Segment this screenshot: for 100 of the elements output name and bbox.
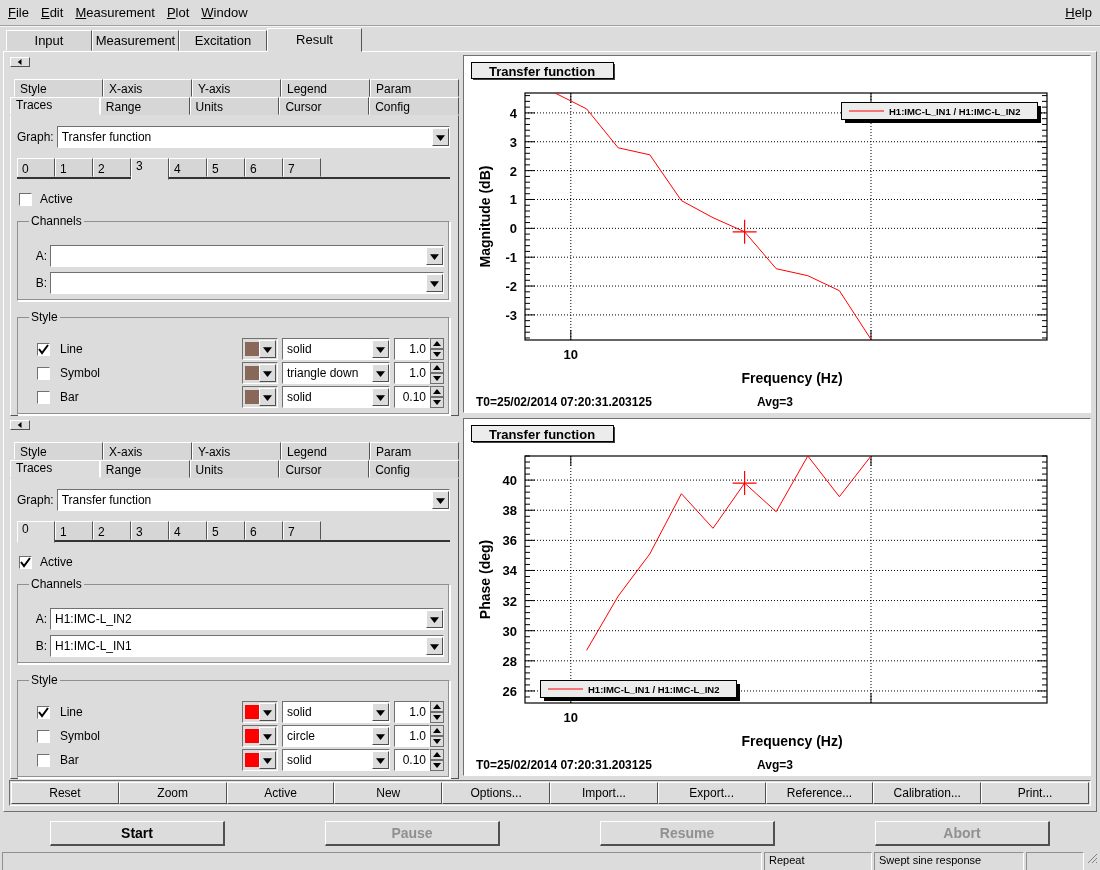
tab[interactable]: Range bbox=[99, 97, 190, 115]
tab[interactable]: 1 bbox=[55, 158, 93, 177]
run-button[interactable]: Start bbox=[50, 821, 225, 846]
tab[interactable]: Cursor bbox=[279, 97, 370, 115]
tab[interactable]: Range bbox=[99, 460, 190, 478]
group-title: Style bbox=[29, 673, 60, 687]
chart-title: Transfer function bbox=[488, 426, 596, 442]
channel-dropdown[interactable]: H1:IMC-L_IN1 bbox=[50, 635, 444, 657]
group-title: Channels bbox=[29, 577, 84, 591]
tab[interactable]: 0 bbox=[17, 521, 55, 543]
tab[interactable]: 4 bbox=[169, 521, 207, 540]
menu-item[interactable]: Window bbox=[195, 5, 254, 20]
action-button[interactable]: Active bbox=[226, 782, 335, 804]
action-button[interactable]: Reference... bbox=[765, 782, 874, 804]
tab[interactable]: Traces bbox=[10, 97, 100, 115]
graph-dropdown[interactable]: Transfer function bbox=[56, 489, 450, 511]
tick-label: 38 bbox=[502, 503, 517, 519]
action-button[interactable]: Import... bbox=[550, 782, 658, 804]
tab[interactable]: Input bbox=[6, 30, 92, 51]
menu-item[interactable]: Measurement bbox=[69, 5, 161, 20]
style-dropdown[interactable]: solid bbox=[282, 338, 390, 360]
tick-label: 1 bbox=[509, 192, 517, 208]
tab[interactable]: 1 bbox=[55, 521, 93, 540]
field-label: Graph: bbox=[17, 130, 54, 144]
field-label: A: bbox=[34, 249, 47, 263]
tab[interactable]: Y-axis bbox=[192, 442, 281, 460]
menu-item[interactable]: Plot bbox=[160, 5, 196, 20]
tab[interactable]: 2 bbox=[93, 158, 131, 177]
average-count: Avg=3 bbox=[757, 758, 793, 772]
status-cell: Repeat bbox=[764, 852, 872, 870]
tab[interactable]: Result bbox=[267, 28, 362, 52]
tab[interactable]: 6 bbox=[245, 521, 283, 540]
tab[interactable]: 4 bbox=[169, 158, 207, 177]
tab[interactable]: X-axis bbox=[103, 79, 192, 97]
legend: H1:IMC-L_IN1 / H1:IMC-L_IN2 bbox=[540, 680, 740, 701]
channel-dropdown[interactable]: H1:IMC-L_IN2 bbox=[50, 608, 444, 630]
timestamp-text: T0=25/02/2014 07:20:31.203125 bbox=[476, 758, 652, 772]
action-button[interactable]: Calibration... bbox=[873, 782, 982, 804]
style-dropdown[interactable]: triangle down bbox=[282, 362, 390, 384]
tab[interactable]: Measurement bbox=[92, 30, 179, 51]
tab[interactable]: Style bbox=[14, 79, 103, 97]
tab[interactable]: Units bbox=[189, 460, 280, 478]
tab[interactable]: 7 bbox=[283, 158, 321, 177]
checkbox-label: Line bbox=[59, 705, 84, 719]
tick-label: -2 bbox=[505, 279, 517, 295]
tab[interactable]: 3 bbox=[131, 521, 169, 540]
action-button[interactable]: Reset bbox=[11, 782, 119, 804]
tab[interactable]: Units bbox=[189, 97, 280, 115]
tab[interactable]: Excitation bbox=[179, 30, 267, 51]
tab[interactable]: 3 bbox=[131, 158, 169, 180]
tab[interactable]: X-axis bbox=[103, 442, 192, 460]
action-button[interactable]: New bbox=[334, 782, 443, 804]
checkbox-label: Symbol bbox=[59, 729, 101, 743]
tick-label: 28 bbox=[502, 653, 517, 669]
tab[interactable]: 0 bbox=[17, 158, 55, 177]
tab[interactable]: Traces bbox=[10, 460, 100, 478]
chart-title: Transfer function bbox=[471, 62, 615, 80]
menu-item[interactable]: Help bbox=[1059, 5, 1098, 20]
tab[interactable]: Style bbox=[14, 442, 103, 460]
style-dropdown[interactable]: solid bbox=[282, 386, 390, 408]
checkbox-label: Bar bbox=[59, 390, 80, 404]
menu-item[interactable]: Edit bbox=[34, 5, 70, 20]
style-dropdown[interactable]: solid bbox=[282, 749, 390, 771]
checkbox-label: Line bbox=[59, 342, 84, 356]
tab[interactable]: Param bbox=[370, 442, 459, 460]
action-button[interactable]: Zoom bbox=[118, 782, 227, 804]
tick-label: -1 bbox=[505, 250, 517, 266]
tab[interactable]: 6 bbox=[245, 158, 283, 177]
tab[interactable]: Legend bbox=[281, 442, 370, 460]
tab[interactable]: Y-axis bbox=[192, 79, 281, 97]
axis-label: Frequency (Hz) bbox=[741, 370, 843, 386]
tick-label: 26 bbox=[502, 683, 517, 699]
action-button[interactable]: Export... bbox=[657, 782, 766, 804]
tick-label: 32 bbox=[502, 593, 517, 609]
graph-dropdown[interactable]: Transfer function bbox=[56, 126, 450, 148]
tick-label: 40 bbox=[502, 473, 517, 489]
tick-label: 10 bbox=[563, 347, 579, 362]
tab[interactable]: 7 bbox=[283, 521, 321, 540]
tick-label: 36 bbox=[502, 533, 517, 549]
action-button[interactable]: Print... bbox=[981, 782, 1089, 804]
tick-label: 4 bbox=[509, 105, 517, 121]
menu-item[interactable]: File bbox=[2, 5, 35, 20]
tab[interactable]: Config bbox=[369, 460, 459, 478]
tab[interactable]: Legend bbox=[281, 79, 370, 97]
tab[interactable]: 5 bbox=[207, 158, 245, 177]
style-dropdown[interactable]: solid bbox=[282, 701, 390, 723]
tab[interactable]: 5 bbox=[207, 521, 245, 540]
timestamp-text: T0=25/02/2014 07:20:31.203125 bbox=[476, 395, 652, 409]
tab[interactable]: Config bbox=[369, 97, 459, 115]
tab[interactable]: Cursor bbox=[279, 460, 370, 478]
action-button[interactable]: Options... bbox=[442, 782, 550, 804]
field-label: B: bbox=[34, 639, 47, 653]
tab[interactable]: 2 bbox=[93, 521, 131, 540]
axis-label: Magnitude (dB) bbox=[477, 165, 493, 268]
tick-label: 34 bbox=[502, 563, 517, 579]
legend-label: H1:IMC-L_IN1 / H1:IMC-L_IN2 bbox=[889, 106, 1021, 117]
style-dropdown[interactable]: circle bbox=[282, 725, 390, 747]
group-title: Channels bbox=[29, 214, 84, 228]
axis-label: Phase (deg) bbox=[477, 539, 493, 620]
tab[interactable]: Param bbox=[370, 79, 459, 97]
